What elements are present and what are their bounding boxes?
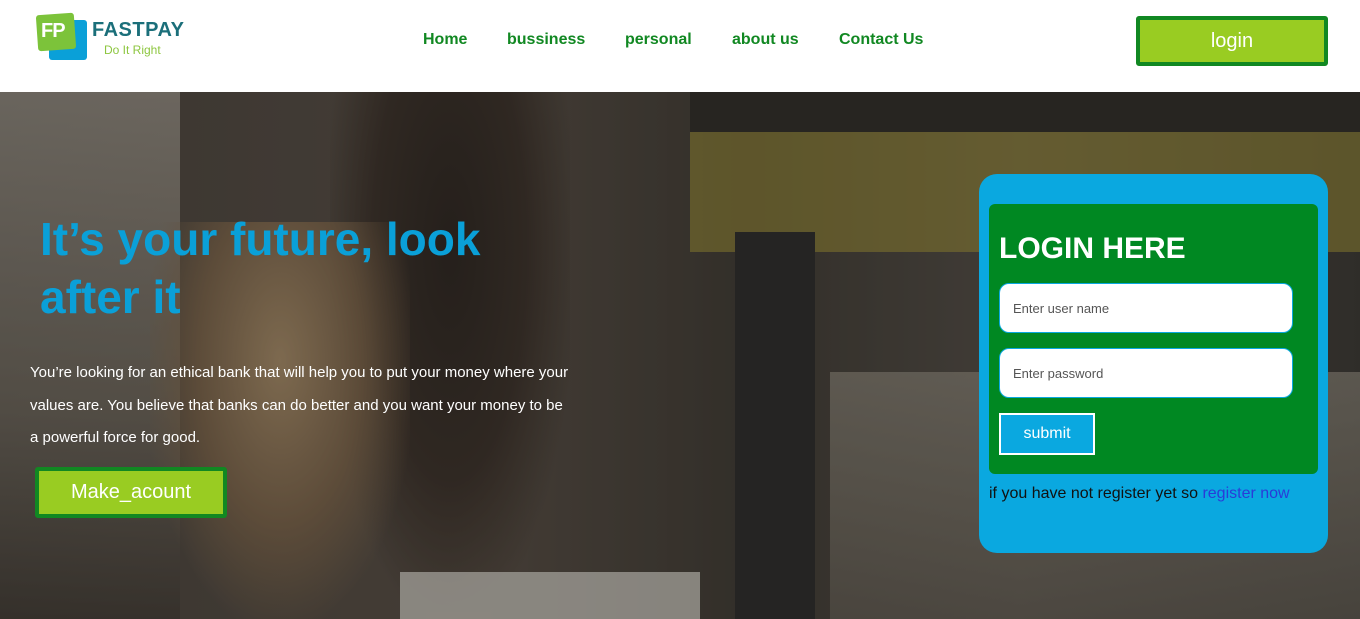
- hero-description: You’re looking for an ethical bank that …: [30, 364, 569, 446]
- brand-name: FASTPAY: [92, 19, 185, 41]
- site-header: FP FASTPAY Do It Right Home bussiness pe…: [0, 0, 1360, 92]
- nav-item-home[interactable]: Home: [423, 31, 467, 49]
- brand-logo[interactable]: FP FASTPAY Do It Right: [35, 12, 197, 64]
- hero-title: It’s your future, look after it: [40, 213, 481, 323]
- nav-item-contact-us[interactable]: Contact Us: [839, 31, 923, 49]
- hero-section: It’s your future, look after it You’re l…: [0, 92, 1360, 619]
- submit-button[interactable]: submit: [999, 413, 1095, 455]
- header-login-button[interactable]: login: [1136, 16, 1328, 66]
- register-now-link[interactable]: register now: [1202, 485, 1289, 502]
- username-input[interactable]: [999, 283, 1293, 333]
- login-form: LOGIN HERE submit: [989, 204, 1318, 474]
- password-input[interactable]: [999, 348, 1293, 398]
- register-prompt-line: if you have not register yet so register…: [989, 485, 1290, 503]
- logo-mark-icon: FP: [35, 12, 89, 62]
- nav-item-bussiness[interactable]: bussiness: [507, 31, 585, 49]
- login-card: LOGIN HERE submit if you have not regist…: [979, 174, 1328, 553]
- brand-tagline: Do It Right: [104, 43, 161, 57]
- logo-mark-text: FP: [41, 20, 66, 42]
- nav-item-personal[interactable]: personal: [625, 31, 692, 49]
- login-title: LOGIN HERE: [999, 232, 1186, 265]
- nav-item-about-us[interactable]: about us: [732, 31, 799, 49]
- register-prompt-text: if you have not register yet so: [989, 485, 1198, 502]
- make-account-button[interactable]: Make_acount: [35, 467, 227, 518]
